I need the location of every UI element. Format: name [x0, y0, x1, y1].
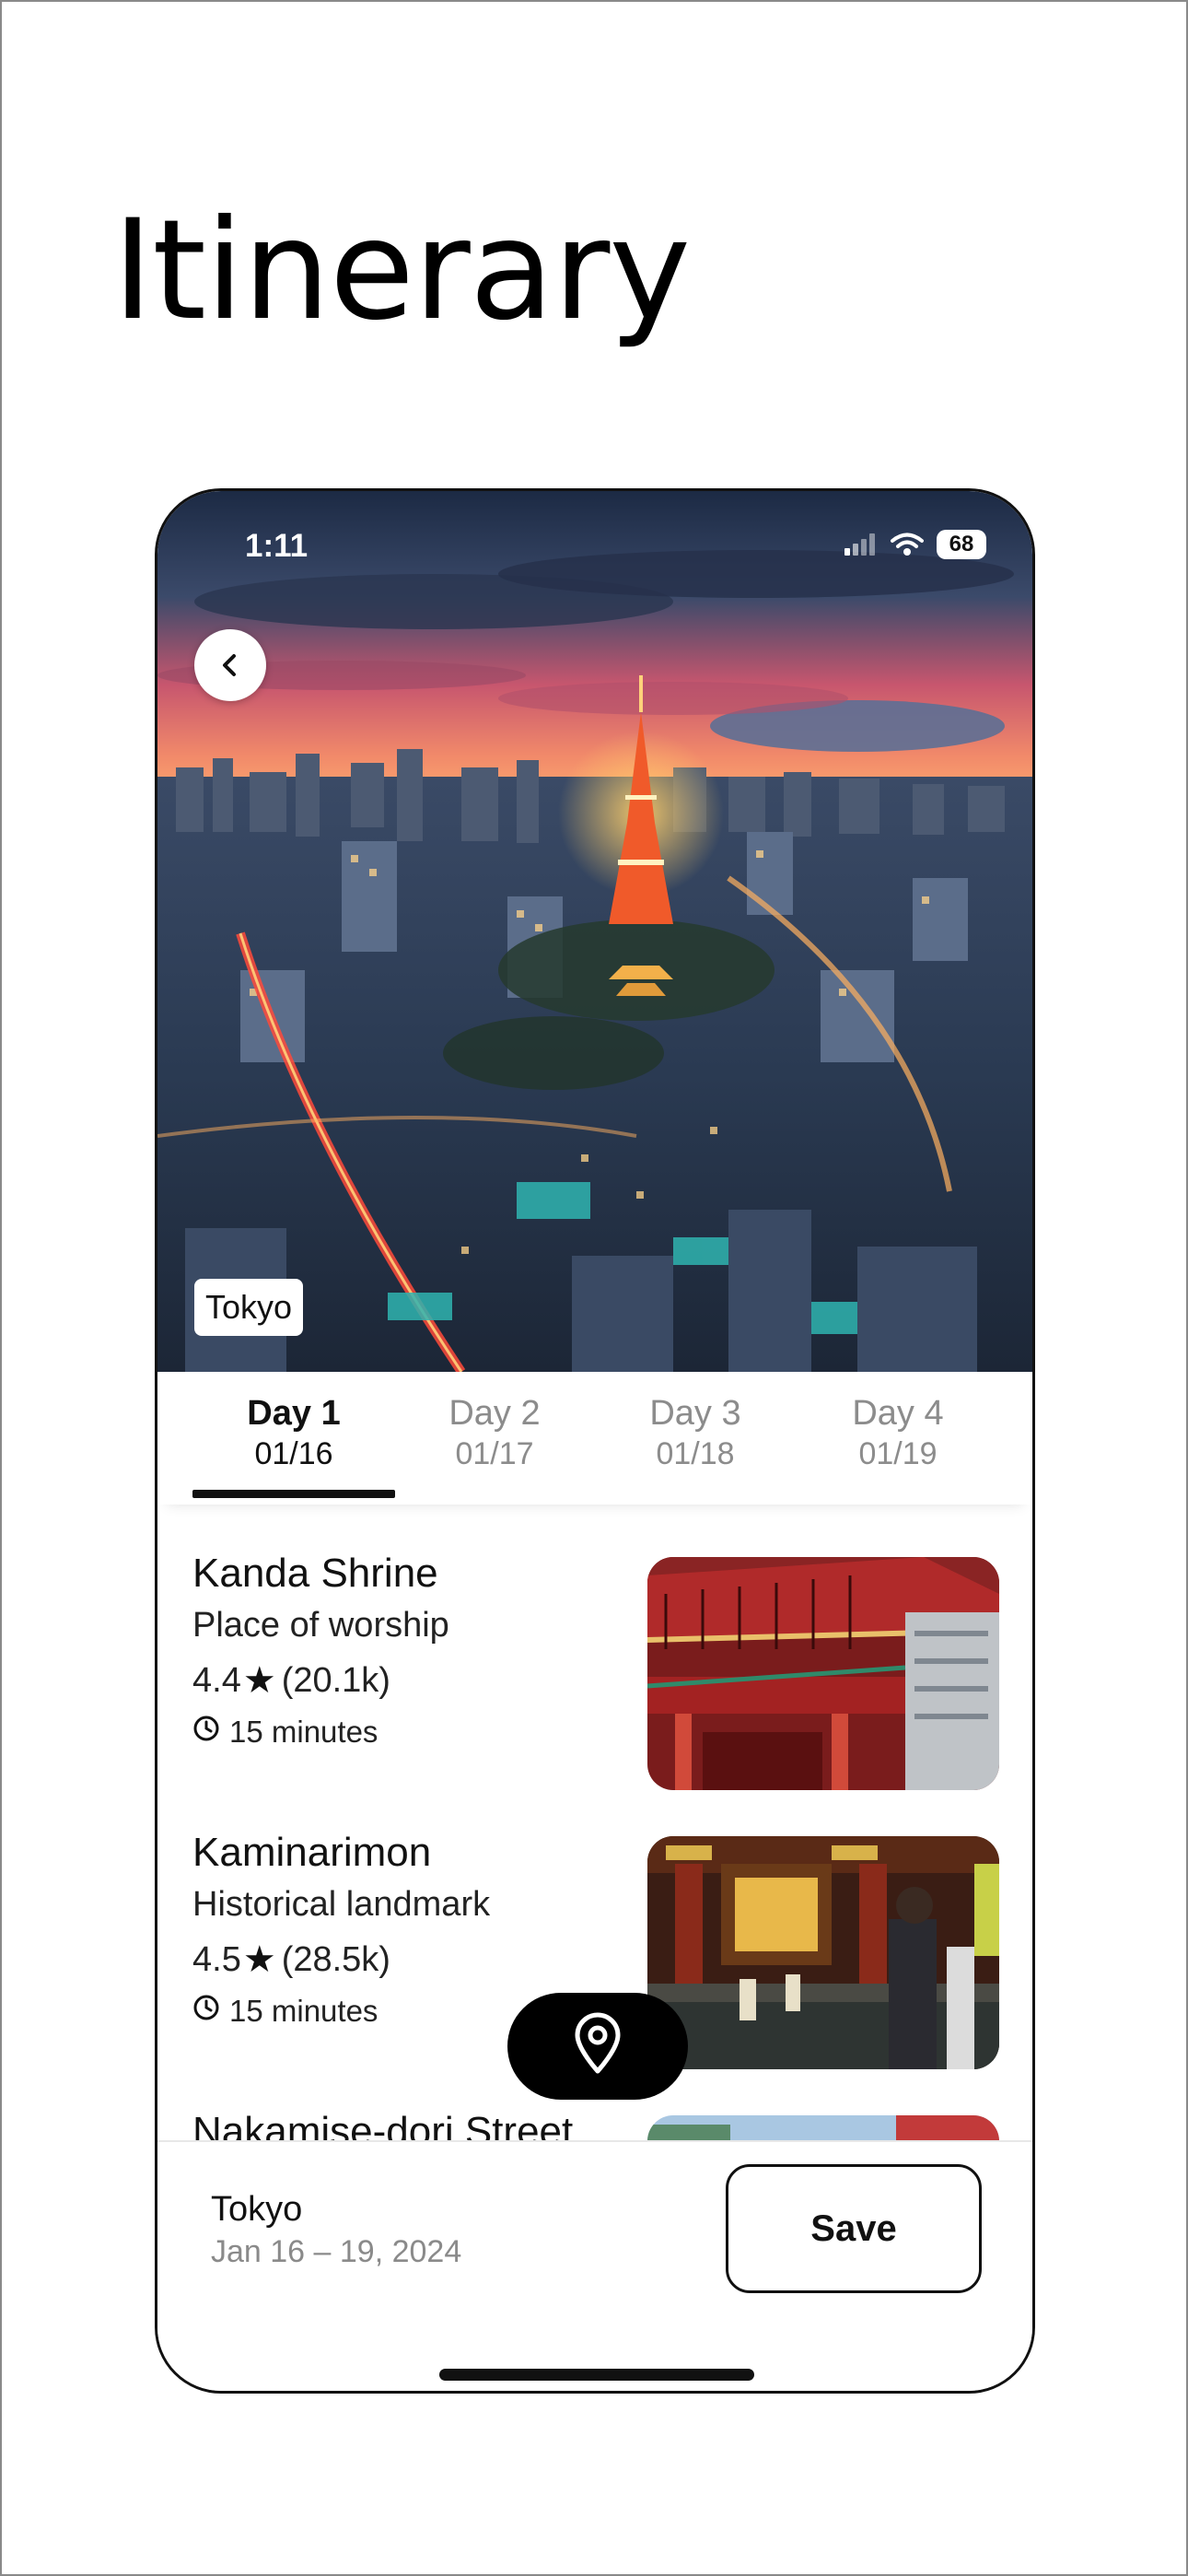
chevron-left-icon: [215, 650, 246, 681]
tab-date: 01/19: [858, 1436, 938, 1471]
back-button[interactable]: [194, 629, 266, 701]
place-rating: 4.5 ★ (28.5k): [192, 1938, 390, 1981]
tab-label: Day 3: [649, 1394, 741, 1433]
clock-icon: [192, 1715, 220, 1750]
rating-value: 4.4: [192, 1660, 241, 1700]
place-rating: 4.4 ★ (20.1k): [192, 1659, 390, 1702]
place-duration: 15 minutes: [192, 1715, 378, 1750]
trip-city: Tokyo: [211, 2190, 303, 2229]
page: Itinerary 1:11 68 Tokyo Day 1 01/16 Day …: [0, 0, 1188, 2576]
save-button[interactable]: Save: [726, 2164, 982, 2293]
phone-frame: 1:11 68 Tokyo Day 1 01/16 Day 2 01/17 Da…: [155, 488, 1035, 2394]
review-count: (20.1k): [281, 1660, 390, 1700]
page-title: Itinerary: [112, 191, 691, 351]
clock-icon: [192, 1994, 220, 2029]
duration-text: 15 minutes: [229, 1994, 379, 2028]
battery-icon: 68: [937, 530, 986, 559]
wifi-icon: [891, 533, 924, 556]
place-thumbnail[interactable]: [647, 1557, 999, 1790]
hero-image: 1:11 68 Tokyo: [157, 491, 1032, 1372]
home-indicator[interactable]: [439, 2369, 754, 2381]
tab-day-3[interactable]: Day 3 01/18: [594, 1372, 797, 1505]
tab-day-2[interactable]: Day 2 01/17: [393, 1372, 596, 1505]
tab-day-4[interactable]: Day 4 01/19: [797, 1372, 999, 1505]
city-tag: Tokyo: [194, 1279, 304, 1336]
bottom-bar: Tokyo Jan 16 – 19, 2024 Save: [157, 2140, 1032, 2391]
place-thumbnail[interactable]: [647, 1836, 999, 2069]
map-button[interactable]: [507, 1993, 688, 2100]
cellular-signal-icon: [844, 533, 878, 556]
place-category: Historical landmark: [192, 1885, 491, 1924]
active-tab-indicator: [192, 1490, 395, 1498]
rating-value: 4.5: [192, 1939, 241, 1979]
place-name: Kanda Shrine: [192, 1551, 438, 1596]
map-pin-icon: [570, 2012, 625, 2081]
day-tabs: Day 1 01/16 Day 2 01/17 Day 3 01/18 Day …: [157, 1372, 1032, 1505]
status-bar: 1:11 68: [157, 491, 1032, 611]
status-time: 1:11: [245, 528, 309, 564]
star-icon: ★: [242, 1939, 276, 1980]
place-duration: 15 minutes: [192, 1994, 378, 2029]
star-icon: ★: [242, 1660, 276, 1701]
place-name: Nakamise-dori Street: [192, 2109, 574, 2140]
tab-day-1[interactable]: Day 1 01/16: [192, 1372, 395, 1505]
trip-dates: Jan 16 – 19, 2024: [211, 2234, 462, 2269]
tab-date: 01/18: [656, 1436, 735, 1471]
status-icons: 68: [844, 530, 986, 559]
review-count: (28.5k): [281, 1939, 390, 1979]
tab-label: Day 4: [852, 1394, 944, 1433]
tab-date: 01/17: [455, 1436, 534, 1471]
place-thumbnail[interactable]: [647, 2115, 999, 2140]
place-name: Kaminarimon: [192, 1830, 432, 1875]
tab-label: Day 1: [247, 1394, 341, 1433]
place-category: Place of worship: [192, 1606, 449, 1645]
tab-date: 01/16: [254, 1436, 333, 1471]
kanda-shrine-photo: [647, 1557, 999, 1790]
tokyo-skyline-image: [157, 491, 1032, 1372]
tab-label: Day 2: [448, 1394, 541, 1433]
kaminarimon-photo: [647, 1836, 999, 2069]
list-item[interactable]: Kanda Shrine Place of worship 4.4 ★ (20.…: [157, 1532, 1032, 1790]
duration-text: 15 minutes: [229, 1715, 379, 1749]
nakamise-street-photo: [647, 2115, 999, 2140]
